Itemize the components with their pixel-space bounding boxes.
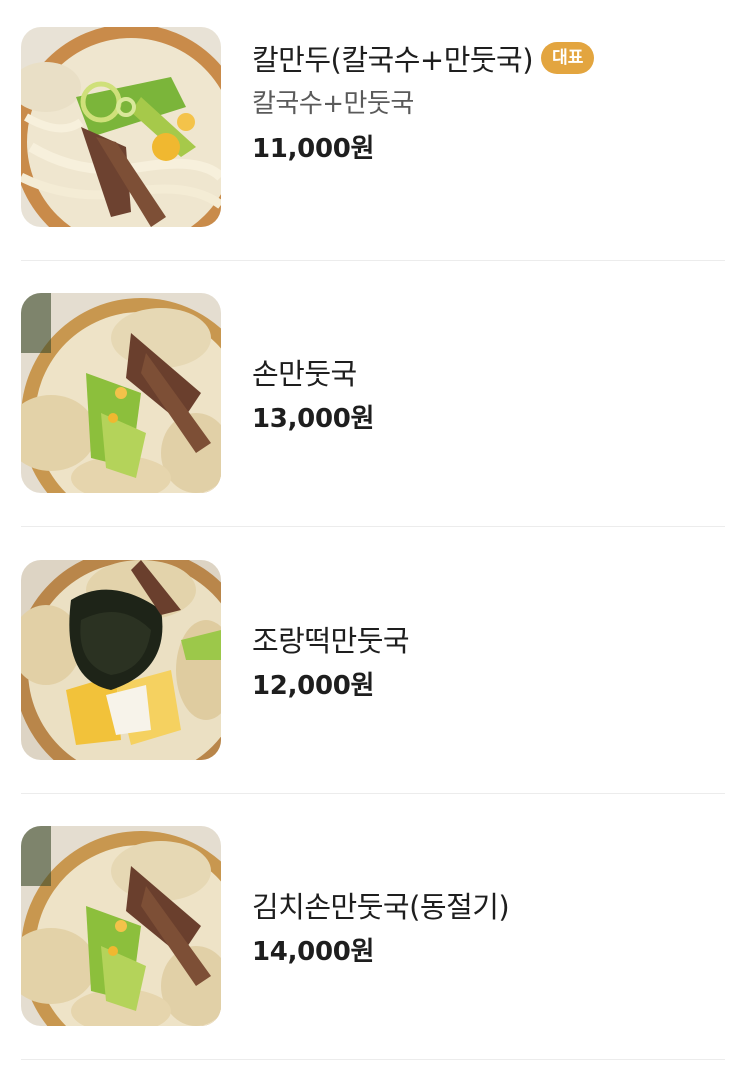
menu-item-description: 칼국수+만둣국 <box>252 89 414 119</box>
menu-item-name: 김치손만둣국(동절기) <box>252 890 510 924</box>
menu-item-photo[interactable] <box>21 27 221 227</box>
menu-item-name: 조랑떡만둣국 <box>252 624 410 658</box>
menu-item-kimchi-son-mandutguk[interactable]: 김치손만둣국(동절기) 14,000원 <box>21 793 725 1060</box>
menu-list: 칼만두(칼국수+만둣국) 대표 칼국수+만둣국 11,000원 손만둣국 13,… <box>0 0 736 1066</box>
menu-item-name-row: 김치손만둣국(동절기) <box>252 881 725 929</box>
menu-item-info: 김치손만둣국(동절기) 14,000원 <box>252 881 725 975</box>
menu-item-name: 손만둣국 <box>252 357 357 391</box>
menu-item-jorangtteok-mandutguk[interactable]: 조랑떡만둣국 12,000원 <box>21 527 725 794</box>
menu-item-price: 11,000원 <box>252 134 375 164</box>
menu-item-photo[interactable] <box>21 293 221 493</box>
dumpling-soup-photo <box>21 293 221 493</box>
menu-item-price: 13,000원 <box>252 404 375 434</box>
menu-item-info: 조랑떡만둣국 12,000원 <box>252 615 725 709</box>
menu-item-photo[interactable] <box>21 560 221 760</box>
kimchi-dumpling-soup-photo <box>21 826 221 1026</box>
menu-item-name-row: 손만둣국 <box>252 348 725 396</box>
menu-item-name: 칼만두(칼국수+만둣국) <box>252 43 534 77</box>
menu-item-price: 14,000원 <box>252 937 375 967</box>
menu-item-son-mandutguk[interactable]: 손만둣국 13,000원 <box>21 260 725 527</box>
menu-item-name-row: 조랑떡만둣국 <box>252 615 725 663</box>
menu-item-price: 12,000원 <box>252 671 375 701</box>
menu-item-photo[interactable] <box>21 826 221 1026</box>
menu-item-info: 칼만두(칼국수+만둣국) 대표 칼국수+만둣국 11,000원 <box>252 34 725 172</box>
menu-item-kalmandu[interactable]: 칼만두(칼국수+만둣국) 대표 칼국수+만둣국 11,000원 <box>21 0 725 261</box>
rice-cake-dumpling-soup-photo <box>21 560 221 760</box>
menu-item-name-row: 칼만두(칼국수+만둣국) 대표 <box>252 34 725 82</box>
signature-badge: 대표 <box>541 42 595 74</box>
menu-item-info: 손만둣국 13,000원 <box>252 348 725 442</box>
noodle-dumpling-soup-photo <box>21 27 221 227</box>
